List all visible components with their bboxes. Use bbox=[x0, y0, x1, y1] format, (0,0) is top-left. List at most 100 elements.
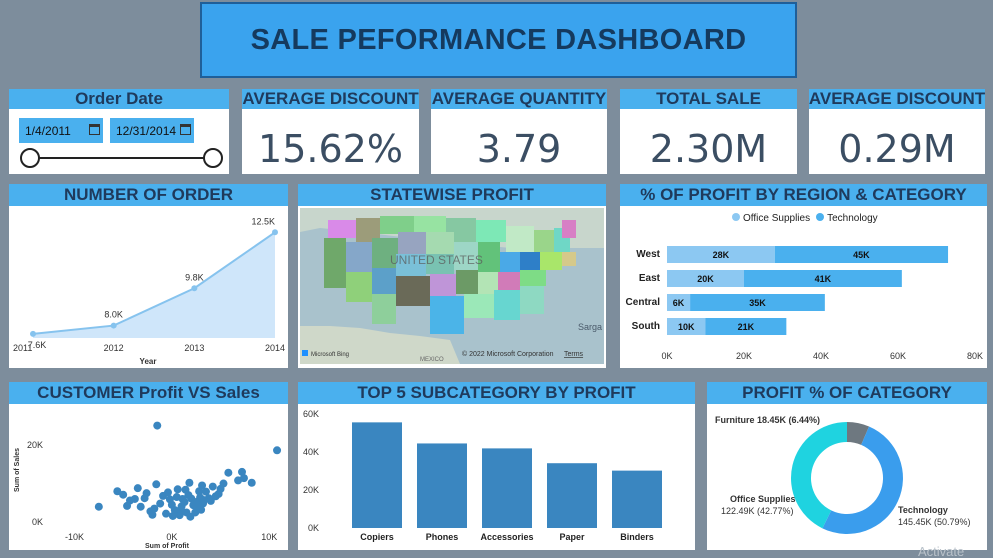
legend-item-technology[interactable]: Technology bbox=[816, 213, 878, 224]
calendar-icon[interactable] bbox=[89, 124, 100, 135]
kpi-card-total-sale: TOTAL SALE 2.30M bbox=[620, 89, 797, 174]
kpi-label: TOTAL SALE bbox=[620, 89, 797, 109]
scatter-point bbox=[167, 500, 176, 509]
map-region[interactable] bbox=[520, 270, 546, 286]
orders-x-tick: 2013 bbox=[184, 343, 204, 353]
orders-data-label: 12.5K bbox=[251, 216, 275, 226]
map-region[interactable] bbox=[540, 252, 562, 270]
region-category-label: West bbox=[636, 249, 660, 260]
scatter-point bbox=[194, 503, 203, 512]
scatter-point bbox=[153, 421, 162, 430]
end-date-input[interactable]: 12/31/2014 bbox=[110, 118, 194, 143]
scatter-point bbox=[273, 446, 282, 455]
region-panel: % OF PROFIT BY REGION & CATEGORY Office … bbox=[620, 184, 987, 368]
map-logo-label: Microsoft Bing bbox=[311, 352, 349, 358]
orders-point bbox=[30, 330, 36, 337]
map-region[interactable] bbox=[372, 268, 396, 294]
region-category-label: South bbox=[632, 321, 660, 332]
scatter-point bbox=[186, 512, 195, 521]
region-bar-label: 6K bbox=[673, 298, 685, 308]
map-region[interactable] bbox=[562, 220, 576, 238]
order-date-label: Order Date bbox=[9, 89, 229, 109]
scatter-x-tick: 0K bbox=[166, 532, 177, 542]
region-chart: West 28K 45K East 20K 41K Central 6K 35K South 10K… bbox=[626, 246, 983, 361]
map-region[interactable] bbox=[346, 242, 372, 272]
kpi-value: 3.79 bbox=[476, 127, 562, 171]
scatter-point bbox=[176, 505, 185, 514]
orders-point bbox=[191, 285, 198, 292]
map-terms-link[interactable]: Terms bbox=[564, 351, 584, 358]
legend-item-office[interactable]: Office Supplies bbox=[732, 213, 810, 224]
kpi-value: 2.30M bbox=[649, 127, 768, 171]
map-region[interactable] bbox=[494, 290, 520, 320]
scatter-point bbox=[208, 482, 217, 491]
scatter-point bbox=[178, 494, 187, 503]
orders-chart: 7.6K20118.0K20129.8K201312.5K2014Year bbox=[13, 216, 285, 366]
map-region[interactable] bbox=[562, 252, 576, 266]
map-region[interactable] bbox=[464, 294, 494, 318]
scatter-point bbox=[163, 488, 172, 497]
subcategory-y-tick: 0K bbox=[308, 523, 319, 533]
map-region[interactable] bbox=[426, 232, 454, 254]
map-region[interactable] bbox=[430, 274, 456, 296]
map-region[interactable] bbox=[430, 296, 464, 334]
map-region[interactable] bbox=[328, 220, 356, 238]
map-region[interactable] bbox=[456, 270, 478, 294]
map-region[interactable] bbox=[520, 286, 544, 314]
slider-end-handle[interactable] bbox=[203, 148, 223, 168]
scatter-x-axis-label: Sum of Profit bbox=[145, 543, 190, 550]
map-region[interactable] bbox=[534, 230, 554, 252]
kpi-label: AVERAGE DISCOUNT bbox=[242, 89, 419, 109]
scatter-point bbox=[119, 490, 128, 499]
date-range-slider[interactable] bbox=[30, 157, 213, 159]
scatter-point bbox=[136, 502, 145, 511]
scatter-y-axis-label: Sum of Sales bbox=[14, 448, 21, 492]
map-region[interactable] bbox=[414, 216, 446, 232]
scatter-point bbox=[148, 510, 157, 519]
scatter-point bbox=[198, 481, 207, 490]
map-region[interactable] bbox=[324, 238, 346, 288]
orders-point bbox=[272, 229, 278, 236]
map-region[interactable] bbox=[500, 252, 520, 272]
region-category-label: Central bbox=[626, 297, 661, 308]
scatter-point bbox=[216, 484, 225, 493]
map-region[interactable] bbox=[398, 232, 426, 254]
calendar-icon[interactable] bbox=[180, 124, 191, 135]
scatter-x-tick: -10K bbox=[65, 532, 84, 542]
orders-title: NUMBER OF ORDER bbox=[9, 184, 288, 206]
scatter-point bbox=[181, 485, 190, 494]
map-panel: STATEWISE PROFIT UNITED STATES Sarga MEX… bbox=[298, 184, 606, 368]
map-region[interactable] bbox=[396, 276, 430, 306]
region-x-tick: 20K bbox=[736, 351, 752, 361]
map-region[interactable] bbox=[520, 252, 540, 270]
scatter-point bbox=[140, 494, 149, 503]
scatter-point bbox=[156, 499, 165, 508]
scatter-panel: CUSTOMER Profit VS Sales -10K 0K 10K 0K 20K S… bbox=[9, 382, 288, 550]
kpi-card-average-quantity: AVERAGE QUANTITY 3.79 bbox=[431, 89, 607, 174]
kpi-value: 0.29M bbox=[838, 127, 956, 171]
slider-start-handle[interactable] bbox=[20, 148, 40, 168]
bing-logo-icon bbox=[302, 350, 308, 356]
map-country-label: UNITED STATES bbox=[390, 253, 483, 267]
subcategory-x-tick: Accessories bbox=[480, 532, 533, 542]
map-region[interactable] bbox=[372, 294, 396, 324]
us-map[interactable]: UNITED STATES Sarga MEXICO Microsoft Bin… bbox=[300, 208, 604, 364]
kpi-card-average-discount: AVERAGE DISCOUNT 15.62% bbox=[242, 89, 419, 174]
dashboard-title: SALE PEFORMANCE DASHBOARD bbox=[200, 2, 797, 78]
map-region[interactable] bbox=[498, 272, 520, 290]
scatter-point bbox=[237, 467, 246, 476]
map-region[interactable] bbox=[506, 226, 534, 252]
subcategory-title: TOP 5 SUBCATEGORY BY PROFIT bbox=[298, 382, 695, 404]
orders-area bbox=[33, 232, 275, 338]
map-mexico-label: MEXICO bbox=[420, 357, 444, 363]
scatter-point bbox=[185, 478, 194, 487]
map-region[interactable] bbox=[476, 220, 506, 242]
start-date-input[interactable]: 1/4/2011 bbox=[19, 118, 103, 143]
kpi-value: 15.62% bbox=[258, 127, 403, 171]
donut-label-technology: Technology bbox=[898, 505, 948, 515]
subcategory-bar bbox=[612, 470, 662, 528]
map-region[interactable] bbox=[380, 216, 414, 234]
subcategory-y-tick: 20K bbox=[303, 485, 319, 495]
orders-panel: NUMBER OF ORDER 7.6K 2011 8.0K 2012 9.8K 2013… bbox=[9, 184, 288, 368]
map-region[interactable] bbox=[346, 272, 372, 302]
